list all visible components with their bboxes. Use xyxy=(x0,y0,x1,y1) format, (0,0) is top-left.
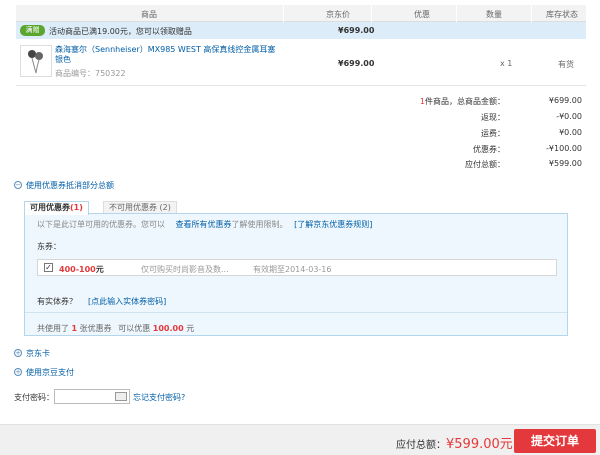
summary-label: 应付总额： xyxy=(465,160,505,169)
forgot-password-link[interactable]: 忘记支付密码? xyxy=(133,392,185,403)
summary-shipping-row: 运费： ¥0.00 xyxy=(400,128,585,140)
keyboard-icon[interactable] xyxy=(115,392,127,401)
summary-value: ¥0.00 xyxy=(559,128,582,137)
summary-cashback-row: 返现： -¥0.00 xyxy=(400,112,585,124)
coupon-rules-link[interactable]: [了解京东优惠券规则] xyxy=(294,220,372,229)
product-price: ¥699.00 xyxy=(338,59,375,68)
checkout-footer: 应付总额： ¥599.00元 提交订单 xyxy=(0,424,600,455)
jd-card-toggle[interactable]: 京东卡 xyxy=(26,348,50,359)
product-sku: 商品编号：750322 xyxy=(55,69,126,78)
submit-order-button[interactable]: 提交订单 xyxy=(514,429,596,453)
coupon-used-summary: 共使用了 1 张优惠券 可以优惠 100.00 元 xyxy=(37,324,195,333)
promo-row: 满赠 活动商品已满19.00元，您可以领取赠品 ¥699.00 xyxy=(16,22,586,39)
product-quantity: x 1 xyxy=(500,59,513,68)
coupon-item-row[interactable]: ✓ 400-100元 仅可购买时尚影音及数... 有效期至2014-03-16 xyxy=(37,259,557,276)
coupon-panel: 以下是此订单可用的优惠券。您可以 查看所有优惠券了解使用限制。 [了解京东优惠券… xyxy=(24,213,568,336)
summary-value: -¥0.00 xyxy=(556,112,582,121)
used-coupon-count: 1 xyxy=(71,324,78,333)
summary-label: 运费： xyxy=(481,129,505,138)
enter-physical-coupon-link[interactable]: [点此输入实体券密码] xyxy=(88,296,166,307)
expand-icon[interactable]: + xyxy=(14,349,22,357)
summary-payable-row: 应付总额： ¥599.00 xyxy=(400,159,585,171)
column-price: 京东价 xyxy=(326,10,350,19)
promo-text: 活动商品已满19.00元，您可以领取赠品 xyxy=(49,27,192,36)
summary-label: 优惠券： xyxy=(473,145,505,154)
summary-label: 件商品，总商品金额： xyxy=(425,97,505,106)
collapse-icon[interactable]: − xyxy=(14,181,22,189)
view-all-coupons-link[interactable]: 查看所有优惠券 xyxy=(176,220,232,229)
product-row: 森海塞尔（Sennheiser）MX985 WEST 高保真线控金属耳塞 银色 … xyxy=(16,39,586,86)
tab-available-coupons[interactable]: 可用优惠券(1) xyxy=(24,201,89,215)
product-thumbnail[interactable] xyxy=(20,45,52,77)
column-stock: 库存状态 xyxy=(546,10,578,19)
summary-value: -¥100.00 xyxy=(546,144,582,153)
product-name-link[interactable]: 森海塞尔（Sennheiser）MX985 WEST 高保真线控金属耳塞 银色 xyxy=(55,45,285,65)
coupon-title: 400-100元 xyxy=(59,265,104,274)
payment-password-input[interactable] xyxy=(54,389,130,404)
coupon-hint: 以下是此订单可用的优惠券。您可以 查看所有优惠券了解使用限制。 [了解京东优惠券… xyxy=(37,220,373,229)
summary-coupon-row: 优惠券： -¥100.00 xyxy=(400,144,585,156)
cart-table-header: 商品 京东价 优惠 数量 库存状态 xyxy=(16,5,586,22)
used-coupon-amount: 100.00 xyxy=(152,324,184,333)
available-count: (1) xyxy=(70,203,83,212)
coupon-section-toggle[interactable]: 使用优惠券抵消部分总额 xyxy=(26,180,114,191)
physical-coupon-label: 有实体券？ xyxy=(37,297,77,306)
summary-label: 返现： xyxy=(481,113,505,122)
coupon-validity: 有效期至2014-03-16 xyxy=(253,265,332,274)
jd-bean-toggle[interactable]: 使用京豆支付 xyxy=(26,367,74,378)
dongquan-label: 东券： xyxy=(37,242,61,251)
payable-label: 应付总额： xyxy=(396,440,446,451)
earphone-icon xyxy=(28,50,43,74)
summary-value: ¥699.00 xyxy=(548,96,582,105)
expand-icon[interactable]: + xyxy=(14,368,22,376)
column-quantity: 数量 xyxy=(486,10,502,19)
summary-total-row: 1件商品，总商品金额： ¥699.00 xyxy=(400,96,585,108)
column-discount: 优惠 xyxy=(414,10,430,19)
coupon-checkbox[interactable]: ✓ xyxy=(44,263,53,272)
column-product: 商品 xyxy=(141,10,157,19)
payable-amount: ¥599.00元 xyxy=(446,437,513,452)
promo-price: ¥699.00 xyxy=(338,26,375,35)
summary-value: ¥599.00 xyxy=(548,159,582,168)
coupon-description: 仅可购买时尚影音及数... xyxy=(141,265,229,274)
password-label: 支付密码： xyxy=(14,393,54,402)
product-stock-status: 有货 xyxy=(558,60,574,69)
gift-badge: 满赠 xyxy=(20,25,45,36)
